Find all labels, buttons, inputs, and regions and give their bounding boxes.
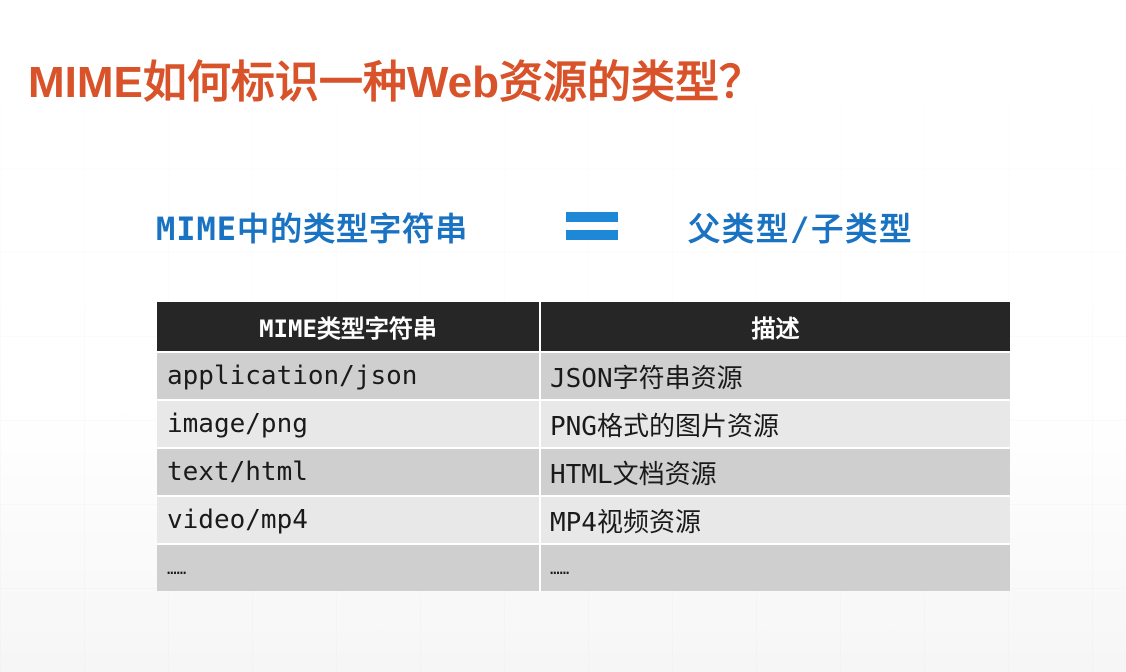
description-cell: PNG格式的图片资源 — [539, 399, 1010, 448]
mime-type-cell: …… — [157, 543, 540, 591]
header-description: 描述 — [539, 302, 1010, 352]
mime-type-cell: video/mp4 — [157, 495, 540, 544]
equals-bar-top — [566, 212, 618, 222]
table-row: image/png PNG格式的图片资源 — [157, 399, 1010, 448]
description-cell: …… — [539, 543, 1010, 591]
table-header-row: MIME类型字符串 描述 — [157, 302, 1010, 352]
table-row: …… …… — [157, 543, 1010, 591]
mime-type-cell: text/html — [157, 447, 540, 496]
slide-title: MIME如何标识一种Web资源的类型？ — [28, 58, 763, 107]
mime-type-cell: image/png — [157, 399, 540, 448]
description-cell: HTML文档资源 — [539, 447, 1010, 496]
table-row: text/html HTML文档资源 — [157, 447, 1010, 496]
mime-table: MIME类型字符串 描述 application/json JSON字符串资源 … — [157, 302, 1010, 591]
equation: MIME中的类型字符串 父类型/子类型 — [156, 204, 936, 252]
equals-bar-bottom — [566, 230, 618, 240]
table-row: application/json JSON字符串资源 — [157, 351, 1010, 400]
equation-left-text: MIME中的类型字符串 — [156, 210, 469, 248]
mime-type-cell: application/json — [157, 351, 540, 400]
equation-right-text: 父类型/子类型 — [688, 210, 914, 248]
description-cell: MP4视频资源 — [539, 495, 1010, 544]
header-mime-type: MIME类型字符串 — [157, 302, 540, 352]
equals-icon — [566, 212, 618, 240]
table-row: video/mp4 MP4视频资源 — [157, 495, 1010, 544]
description-cell: JSON字符串资源 — [539, 351, 1010, 400]
